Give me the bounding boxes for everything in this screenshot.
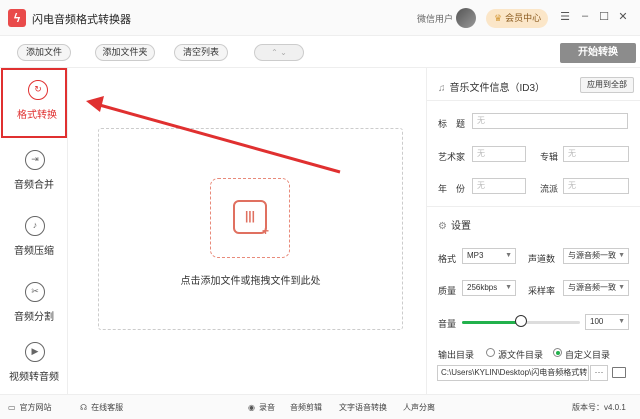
music-note-icon: ♪ [25, 216, 45, 236]
output-custom-label[interactable]: 自定义目录 [565, 348, 610, 361]
browse-path-button[interactable]: ··· [590, 365, 608, 381]
samplerate-select[interactable]: 与源音频一致 ▼ [563, 280, 629, 296]
year-input[interactable]: 无 [472, 178, 526, 194]
channels-label: 声道数 [528, 254, 556, 264]
vocal-split-link[interactable]: 人声分离 [403, 402, 435, 413]
chevron-down-icon: ▼ [618, 252, 625, 259]
add-file-button[interactable]: 添加文件 [17, 44, 71, 61]
chevron-down-icon: ▼ [505, 252, 512, 259]
record-label: 录音 [258, 403, 275, 412]
sidebar-item-label: 音频分割 [14, 312, 54, 323]
settings-title: 设置 [450, 221, 471, 232]
microphone-icon: ◉ [248, 403, 255, 412]
maximize-button[interactable]: ☐ [597, 10, 611, 23]
arrow-head [86, 96, 104, 112]
minimize-button[interactable]: – [578, 10, 592, 22]
clear-list-button[interactable]: 清空列表 [174, 44, 228, 61]
crown-icon: ♛ [494, 13, 503, 23]
gear-icon: ⚙ [438, 221, 447, 232]
sidebar-item-label: 格式转换 [17, 110, 57, 121]
album-label: 专辑 [540, 152, 559, 162]
format-select[interactable]: MP3 ▼ [462, 248, 516, 264]
tts-link[interactable]: 文字语音转换 [339, 402, 387, 413]
id3-title: 音乐文件信息（ID3） [449, 83, 546, 94]
quality-label: 质量 [438, 286, 457, 296]
online-support-link[interactable]: ☊ 在线客服 [80, 402, 123, 413]
sidebar-item-format-convert[interactable]: ↻ 格式转换 [1, 68, 67, 138]
sidebar-item-audio-merge[interactable]: ⇥ 音频合并 [0, 140, 68, 210]
settings-section-title: ⚙ 设置 [438, 217, 471, 232]
album-input[interactable]: 无 [563, 146, 629, 162]
quality-select[interactable]: 256kbps ▼ [462, 280, 516, 296]
genre-input[interactable]: 无 [563, 178, 629, 194]
chevron-down-icon: ▼ [618, 318, 625, 325]
sidebar-item-label: 音频压缩 [14, 246, 54, 257]
scissors-icon: ✂ [25, 282, 45, 302]
chevron-down-icon: ▼ [505, 284, 512, 291]
output-source-label[interactable]: 源文件目录 [498, 348, 543, 361]
volume-slider-fill [462, 321, 521, 324]
sidebar: ↻ 格式转换 ⇥ 音频合并 ♪ 音频压缩 ✂ 音频分割 ▶ 视频转音频 [0, 68, 68, 394]
avatar[interactable] [456, 8, 476, 28]
plus-icon: + [262, 224, 270, 238]
refresh-icon: ↻ [28, 80, 48, 100]
official-website-link[interactable]: ▭ 官方网站 [8, 402, 52, 413]
genre-label: 流派 [540, 184, 559, 194]
add-folder-button[interactable]: 添加文件夹 [95, 44, 155, 61]
artist-input[interactable]: 无 [472, 146, 526, 162]
sort-dropdown[interactable]: ⌃ ⌄ [254, 44, 304, 61]
output-label: 输出目录 [438, 350, 475, 360]
output-custom-radio[interactable] [553, 348, 562, 357]
quality-value: 256kbps [467, 283, 498, 292]
output-path-input[interactable]: C:\Users\KYLIN\Desktop\闪电音频格式转 [437, 365, 589, 381]
id3-section-title: ♫ 音乐文件信息（ID3） [438, 79, 545, 94]
support-label: 在线客服 [91, 403, 124, 412]
play-icon: ▶ [25, 342, 45, 362]
record-link[interactable]: ◉ 录音 [248, 402, 275, 413]
sidebar-item-label: 视频转音频 [9, 372, 59, 383]
close-button[interactable]: ✕ [616, 10, 630, 23]
version-label: 版本号：v4.0.1 [572, 403, 626, 412]
user-name[interactable]: 微信用户 [417, 12, 453, 25]
artist-label: 艺术家 [438, 152, 466, 162]
merge-icon: ⇥ [25, 150, 45, 170]
chevron-down-icon: ▼ [618, 284, 625, 291]
vip-center-button[interactable]: ♛ 会员中心 [486, 9, 548, 28]
website-label: 官方网站 [19, 403, 52, 412]
audio-edit-link[interactable]: 音频剪辑 [290, 402, 322, 413]
monitor-icon: ▭ [8, 403, 16, 412]
channels-select[interactable]: 与源音频一致 ▼ [563, 248, 629, 264]
drop-hint-text: 点击添加文件或拖拽文件到此处 [180, 276, 321, 287]
volume-value: 100 [590, 317, 604, 326]
app-title: 闪电音频格式转换器 [32, 14, 131, 26]
apply-all-button[interactable]: 应用到全部 [580, 77, 634, 93]
toolbar: 添加文件 添加文件夹 清空列表 ⌃ ⌄ [0, 36, 640, 68]
vip-label: 会员中心 [505, 13, 542, 23]
menu-icon[interactable]: ☰ [558, 10, 572, 23]
volume-label: 音量 [438, 319, 457, 329]
divider [426, 206, 640, 207]
title-bar: ϟ 闪电音频格式转换器 微信用户 ♛ 会员中心 ☰ – ☐ ✕ [0, 0, 640, 36]
title-input[interactable]: 无 [472, 113, 628, 129]
divider [426, 100, 640, 101]
headset-icon: ☊ [80, 403, 88, 412]
format-label: 格式 [438, 254, 457, 264]
volume-input[interactable]: 100 ▼ [585, 314, 629, 330]
title-label: 标 题 [438, 119, 466, 129]
folder-icon[interactable] [612, 367, 626, 378]
sidebar-item-audio-compress[interactable]: ♪ 音频压缩 [0, 206, 68, 276]
channels-value: 与源音频一致 [568, 251, 616, 260]
app-logo-icon: ϟ [8, 9, 26, 27]
volume-slider-thumb[interactable] [515, 315, 527, 327]
samplerate-value: 与源音频一致 [568, 283, 616, 292]
samplerate-label: 采样率 [528, 286, 556, 296]
headphones-icon: ♫ [438, 83, 446, 94]
start-convert-button[interactable]: 开始转换 [560, 43, 636, 63]
sidebar-item-label: 音频合并 [14, 180, 54, 191]
sidebar-item-video-to-audio[interactable]: ▶ 视频转音频 [0, 332, 68, 402]
format-value: MP3 [467, 251, 484, 260]
output-source-radio[interactable] [486, 348, 495, 357]
year-label: 年 份 [438, 184, 466, 194]
